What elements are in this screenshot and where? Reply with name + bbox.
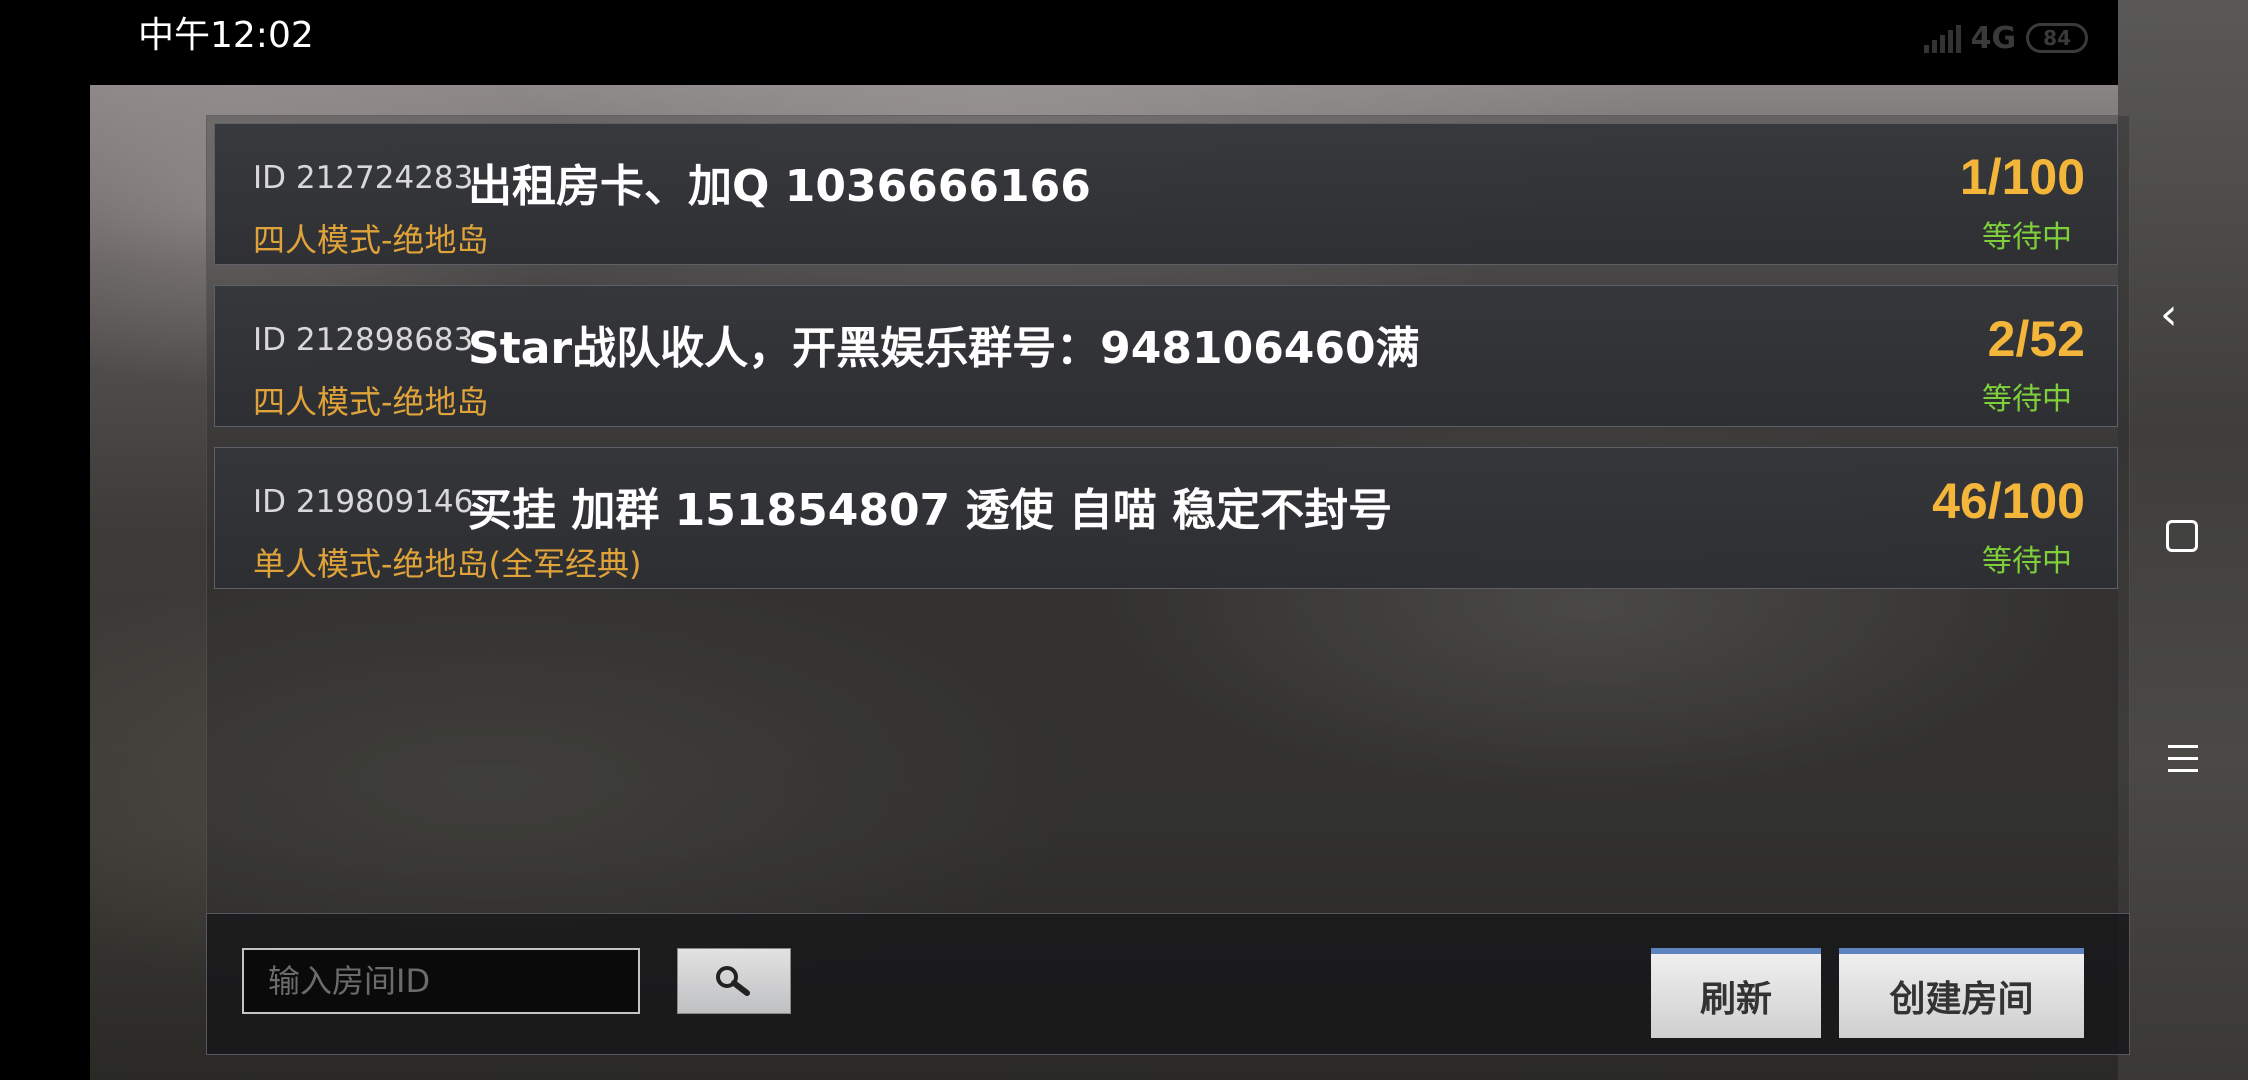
room-id: ID 212898683	[253, 322, 474, 358]
bottom-toolbar: 刷新 创建房间	[206, 913, 2130, 1055]
network-label: 4G	[1970, 20, 2017, 56]
search-icon	[716, 966, 750, 996]
refresh-button[interactable]: 刷新	[1651, 948, 1821, 1038]
home-icon[interactable]	[2166, 520, 2198, 552]
room-status: 等待中	[1982, 220, 2072, 255]
room-player-count: 1/100	[1959, 149, 2085, 205]
room-mode: 四人模式-绝地岛	[253, 221, 489, 259]
room-status: 等待中	[1982, 382, 2072, 417]
room-row[interactable]: ID 212724283 出租房卡、加Q 1036666166 四人模式-绝地岛…	[214, 123, 2118, 265]
room-row[interactable]: ID 212898683 Star战队收人，开黑娱乐群号：948106460满 …	[214, 285, 2118, 427]
menu-icon[interactable]	[2168, 745, 2198, 781]
room-status: 等待中	[1982, 544, 2072, 579]
room-mode: 单人模式-绝地岛(全军经典)	[253, 545, 642, 583]
room-title: 买挂 加群 151854807 透使 自喵 稳定不封号	[468, 485, 1393, 536]
status-time: 中午12:02	[138, 15, 314, 56]
status-indicators: 4G 84	[1923, 18, 2088, 58]
back-icon[interactable]: ‹	[2160, 290, 2200, 340]
room-list: ID 212724283 出租房卡、加Q 1036666166 四人模式-绝地岛…	[206, 115, 2130, 917]
room-id: ID 219809146	[253, 484, 474, 520]
room-player-count: 46/100	[1932, 473, 2085, 529]
room-mode: 四人模式-绝地岛	[253, 383, 489, 421]
room-row[interactable]: ID 219809146 买挂 加群 151854807 透使 自喵 稳定不封号…	[214, 447, 2118, 589]
create-room-button[interactable]: 创建房间	[1839, 948, 2084, 1038]
room-title: 出租房卡、加Q 1036666166	[468, 161, 1091, 212]
signal-icon	[1923, 23, 1961, 53]
search-button[interactable]	[677, 948, 791, 1014]
room-player-count: 2/52	[1987, 311, 2085, 367]
battery-icon: 84	[2026, 23, 2088, 53]
room-id: ID 212724283	[253, 160, 474, 196]
room-title: Star战队收人，开黑娱乐群号：948106460满	[468, 323, 1420, 374]
status-bar: 中午12:02 4G 84	[0, 0, 2118, 85]
room-id-search-input[interactable]	[242, 948, 640, 1014]
